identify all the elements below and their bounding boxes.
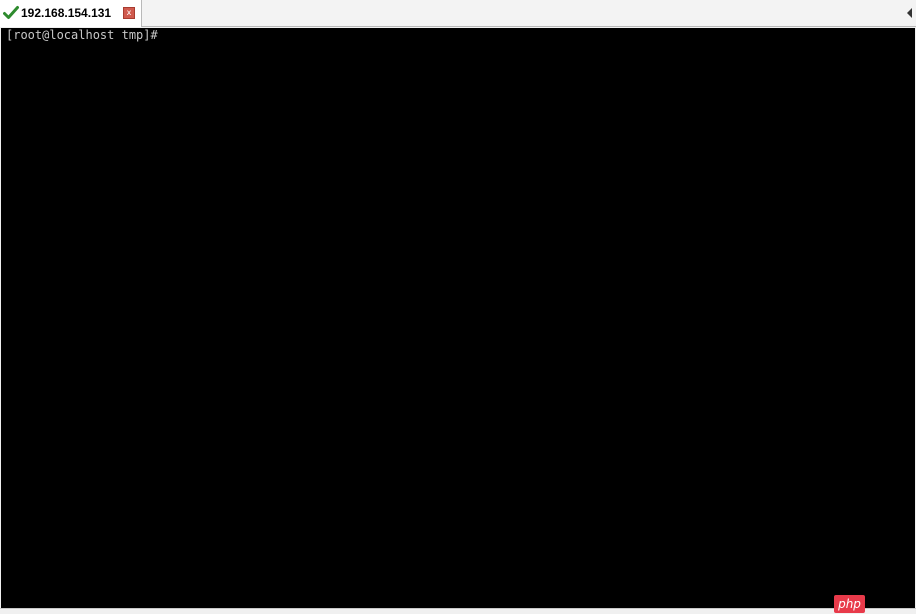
shell-prompt: [root@localhost tmp]# <box>6 28 158 42</box>
terminal-screen[interactable]: [root@localhost tmp]# <box>1 28 915 608</box>
session-tab-title: 192.168.154.131 <box>21 6 112 20</box>
close-tab-button[interactable]: x <box>123 7 135 19</box>
scroll-left-arrow-icon[interactable] <box>907 8 912 18</box>
session-tab[interactable]: 192.168.154.131 x <box>0 0 142 27</box>
terminal-window: 192.168.154.131 x [root@localhost tmp]# … <box>0 0 916 614</box>
php-watermark-logo: php <box>834 595 865 613</box>
session-tab-bar: 192.168.154.131 x <box>0 0 916 27</box>
connected-check-icon <box>3 6 19 19</box>
status-bar <box>0 608 916 614</box>
